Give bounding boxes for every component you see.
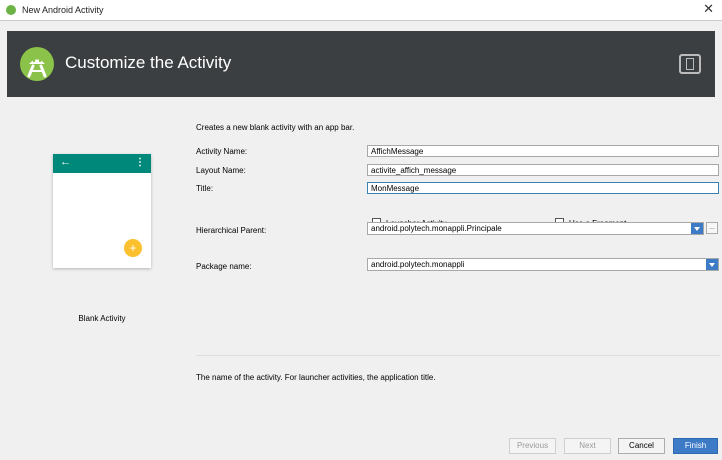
- package-name-label: Package name:: [196, 262, 252, 271]
- wizard-banner: Customize the Activity: [7, 31, 715, 97]
- finish-button[interactable]: Finish: [673, 438, 718, 454]
- package-name-value: android.polytech.monappli: [371, 260, 465, 269]
- overflow-menu-icon: ⋮: [135, 157, 145, 168]
- layout-name-input[interactable]: [367, 164, 719, 176]
- back-arrow-icon: ←: [60, 156, 71, 168]
- window-title: New Android Activity: [22, 5, 104, 15]
- title-bar: New Android Activity ✕: [0, 0, 722, 21]
- android-studio-icon: [6, 5, 16, 15]
- next-button[interactable]: Next: [564, 438, 611, 454]
- title-input[interactable]: [367, 182, 719, 194]
- divider: [196, 355, 720, 356]
- previous-button[interactable]: Previous: [509, 438, 556, 454]
- fab-icon: +: [124, 239, 142, 257]
- android-studio-logo-icon: [20, 47, 54, 81]
- device-icon: [679, 54, 701, 74]
- close-icon[interactable]: ✕: [703, 2, 714, 16]
- activity-name-input[interactable]: [367, 145, 719, 157]
- cancel-button[interactable]: Cancel: [618, 438, 665, 454]
- hierarchical-parent-value: android.polytech.monappli.Principale: [371, 224, 502, 233]
- layout-name-label: Layout Name:: [196, 166, 246, 175]
- hierarchical-parent-select[interactable]: android.polytech.monappli.Principale: [367, 222, 704, 235]
- title-label: Title:: [196, 184, 214, 193]
- browse-button[interactable]: ...: [706, 222, 718, 234]
- template-description: Creates a new blank activity with an app…: [196, 123, 355, 132]
- activity-preview: ← ⋮ +: [53, 154, 151, 268]
- activity-name-label: Activity Name:: [196, 147, 248, 156]
- hierarchical-parent-label: Hierarchical Parent:: [196, 226, 267, 235]
- banner-heading: Customize the Activity: [65, 53, 232, 72]
- help-text: The name of the activity. For launcher a…: [196, 373, 436, 382]
- chevron-down-icon[interactable]: [691, 223, 703, 234]
- package-name-select[interactable]: android.polytech.monappli: [367, 258, 719, 271]
- template-caption: Blank Activity: [78, 314, 126, 323]
- chevron-down-icon[interactable]: [706, 259, 718, 270]
